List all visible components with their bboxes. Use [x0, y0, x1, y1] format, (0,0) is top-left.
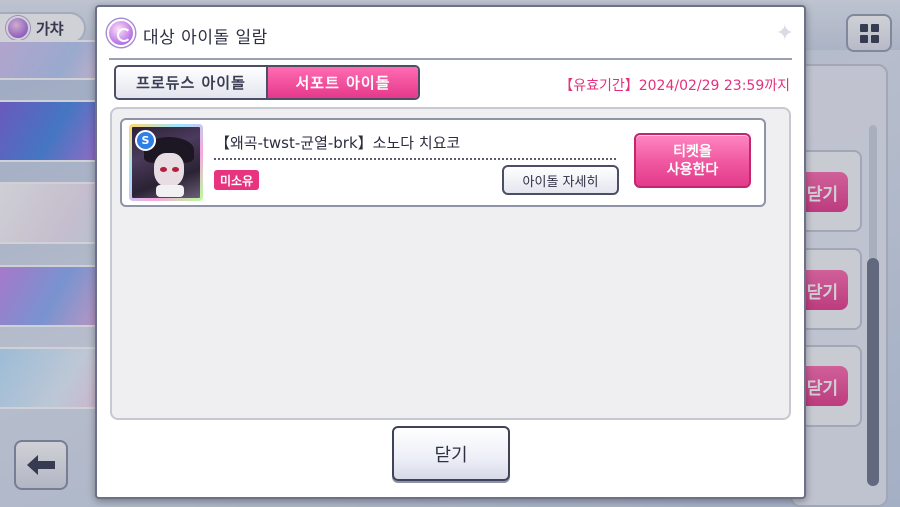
sparkle-icon: ✦ [775, 21, 794, 46]
dialog-title-icon [107, 19, 135, 47]
idol-detail-button[interactable]: 아이돌 자세히 [502, 165, 619, 195]
thumbnail-collar [156, 185, 184, 197]
use-ticket-button[interactable]: 티켓을 사용한다 [634, 133, 751, 188]
thumbnail-eye [160, 167, 167, 172]
support-type-badge-icon: S [135, 130, 156, 151]
idol-thumbnail[interactable]: S [129, 124, 203, 201]
dotted-divider [214, 158, 616, 160]
target-idol-list-dialog: 대상 아이돌 일람 ✦ 프로듀스 아이돌 서포트 아이돌 【유효기간】2024/… [95, 5, 806, 499]
validity-period: 【유효기간】2024/02/29 23:59까지 [559, 78, 790, 94]
idol-type-tabs: 프로듀스 아이돌 서포트 아이돌 [114, 65, 420, 100]
close-button[interactable]: 닫기 [392, 426, 510, 481]
dialog-title: 대상 아이돌 일람 [143, 28, 268, 48]
thumbnail-eye [172, 167, 179, 172]
idol-name: 【왜곡-twst-균열-brk】소노다 치요코 [215, 134, 461, 152]
tab-support-idol[interactable]: 서포트 아이돌 [266, 67, 418, 98]
header-divider [109, 58, 792, 60]
tab-produce-idol[interactable]: 프로듀스 아이돌 [116, 67, 266, 98]
thumbnail-face [154, 153, 184, 187]
ownership-status-badge: 미소유 [214, 170, 260, 190]
dialog-header: 대상 아이돌 일람 ✦ [97, 7, 804, 59]
list-item: S 【왜곡-twst-균열-brk】소노다 치요코 미소유 아이돌 자세히 티켓… [120, 118, 766, 207]
